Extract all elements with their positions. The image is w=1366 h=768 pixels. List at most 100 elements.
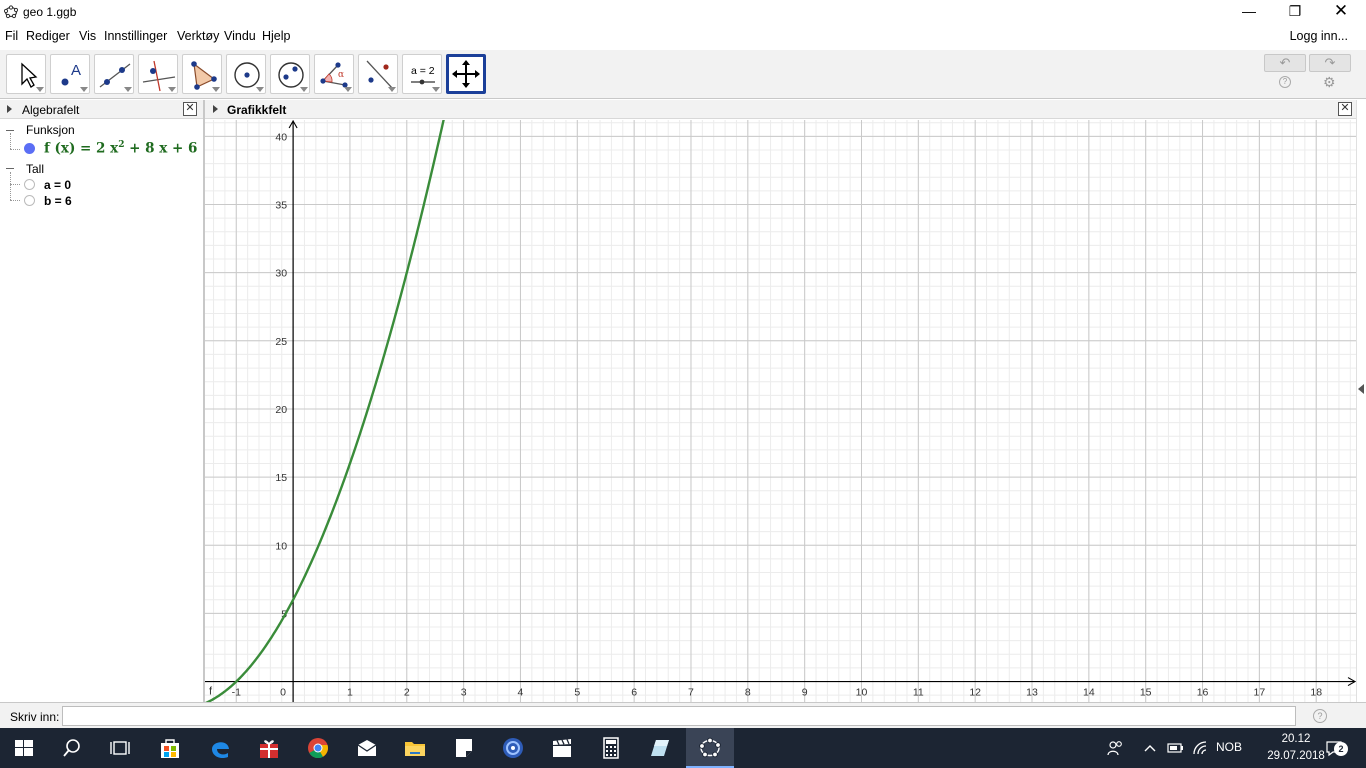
search-button[interactable]	[48, 728, 96, 768]
login-link[interactable]: Logg inn...	[1290, 29, 1348, 43]
undo-button[interactable]: ↶	[1264, 54, 1306, 72]
gift-icon	[260, 740, 278, 758]
maximize-button[interactable]: ❐	[1272, 0, 1318, 24]
geogebra-app-button[interactable]	[686, 728, 734, 768]
menu-bar: Fil Rediger Vis Innstillinger Verktøy Vi…	[0, 26, 1366, 48]
x-tick-label: 11	[913, 687, 924, 699]
x-tick-label: 10	[856, 687, 868, 699]
task-view-button[interactable]	[96, 728, 144, 768]
algebra-view-header: Algebrafelt ✕	[0, 100, 203, 119]
chevron-up-icon[interactable]	[1143, 742, 1157, 754]
input-language-indicator[interactable]: NOB	[1216, 740, 1242, 754]
windows-start-button[interactable]	[0, 728, 48, 768]
help-icon[interactable]: ?	[1279, 76, 1291, 88]
polygon-tool-button[interactable]	[182, 54, 222, 94]
collapse-minus-icon[interactable]	[6, 168, 14, 169]
edge-app-button[interactable]	[196, 728, 244, 768]
window-title: geo 1.ggb	[23, 5, 77, 19]
clock-time[interactable]: 20.12	[1266, 733, 1326, 745]
search-icon	[63, 739, 80, 757]
circle-tool-button[interactable]	[226, 54, 266, 94]
eraser-app-button[interactable]	[636, 728, 684, 768]
side-panel-arrow-icon[interactable]	[1358, 384, 1364, 394]
media-player-app-button[interactable]	[489, 728, 537, 768]
store-app-button[interactable]	[146, 728, 194, 768]
geogebra-app-icon	[4, 5, 18, 19]
menu-hjelp[interactable]: Hjelp	[262, 29, 291, 43]
x-tick-label: 14	[1083, 687, 1095, 699]
chrome-app-button[interactable]	[294, 728, 342, 768]
algebra-item-a[interactable]: a = 0	[44, 178, 71, 192]
chrome-icon	[308, 738, 328, 759]
visibility-toggle-f[interactable]	[24, 143, 35, 154]
algebra-item-b[interactable]: b = 6	[44, 194, 72, 208]
menu-vindu[interactable]: Vindu	[224, 29, 256, 43]
collapse-minus-icon[interactable]	[6, 130, 14, 131]
minimize-button[interactable]: —	[1226, 0, 1272, 24]
visibility-toggle-b[interactable]	[24, 195, 35, 206]
algebra-close-button[interactable]: ✕	[183, 102, 197, 116]
x-tick-label: -1	[232, 687, 241, 699]
input-field[interactable]	[62, 706, 1296, 726]
collapse-arrow-icon[interactable]	[213, 105, 218, 113]
input-help-icon[interactable]: ?	[1313, 709, 1327, 723]
notification-count-badge: 2	[1334, 742, 1348, 756]
move-tool-button[interactable]	[6, 54, 46, 94]
reflect-tool-button[interactable]	[358, 54, 398, 94]
visibility-toggle-a[interactable]	[24, 179, 35, 190]
slider-tool-button[interactable]: a = 2	[402, 54, 442, 94]
x-tick-label: 13	[1026, 687, 1038, 699]
algebra-view: Funksjon f (x) = 2 x2 + 8 x + 6 Tall a =…	[0, 120, 203, 702]
sticky-note-icon	[456, 739, 472, 757]
move-arrows-icon	[452, 60, 480, 88]
menu-verktoy[interactable]: Verktøy	[177, 29, 219, 43]
slider-tool-label: a = 2	[411, 65, 435, 77]
menu-fil[interactable]: Fil	[5, 29, 18, 43]
graphics-close-button[interactable]: ✕	[1338, 102, 1352, 116]
gift-app-button[interactable]	[245, 728, 293, 768]
right-side-panel-handle[interactable]	[1356, 100, 1366, 702]
x-tick-label: 17	[1254, 687, 1266, 699]
battery-icon[interactable]	[1167, 742, 1185, 754]
x-tick-label: 0	[280, 687, 286, 699]
people-icon[interactable]	[1106, 739, 1124, 757]
x-tick-label: 5	[574, 687, 580, 699]
angle-tool-button[interactable]: α	[314, 54, 354, 94]
edge-browser-icon	[212, 742, 229, 759]
clock-date[interactable]: 29.07.2018	[1266, 750, 1326, 762]
graphics-view[interactable]: -1 0 1 2 3 4 5 6 7 8 9 10 11 12 13 14 15 16 17 18 5 10 15 20 25 3…	[205, 120, 1356, 702]
input-bar: Skriv inn: ?	[0, 702, 1366, 728]
group-label-tall: Tall	[26, 162, 45, 176]
perpendicular-line-tool-button[interactable]	[138, 54, 178, 94]
graphics-canvas[interactable]: -1 0 1 2 3 4 5 6 7 8 9 10 11 12 13 14 15 16 17 185101520253…	[205, 120, 1356, 702]
ellipse-tool-button[interactable]	[270, 54, 310, 94]
y-tick-label: 30	[275, 268, 287, 280]
y-tick-label: 20	[275, 404, 287, 416]
file-explorer-app-button[interactable]	[391, 728, 439, 768]
calculator-icon	[603, 737, 619, 759]
close-window-button[interactable]: ✕	[1318, 0, 1364, 24]
mail-app-button[interactable]	[343, 728, 391, 768]
algebra-item-function-f[interactable]: f (x) = 2 x2 + 8 x + 6	[44, 140, 197, 157]
x-tick-label: 2	[404, 687, 410, 699]
settings-gear-icon[interactable]: ⚙	[1323, 74, 1336, 91]
line-tool-button[interactable]	[94, 54, 134, 94]
x-tick-label: 12	[969, 687, 981, 699]
sticky-notes-app-button[interactable]	[440, 728, 488, 768]
y-tick-label: 15	[275, 472, 287, 484]
toolbar: A α a = 2 ↶ ↷ ? ⚙	[0, 50, 1366, 99]
move-graphics-view-tool-button[interactable]	[446, 54, 486, 94]
menu-innstillinger[interactable]: Innstillinger	[104, 29, 167, 43]
redo-button[interactable]: ↷	[1309, 54, 1351, 72]
wifi-icon[interactable]	[1192, 740, 1208, 756]
collapse-arrow-icon[interactable]	[7, 105, 12, 113]
menu-vis[interactable]: Vis	[79, 29, 96, 43]
calculator-app-button[interactable]	[587, 728, 635, 768]
svg-text:A: A	[71, 62, 81, 79]
point-tool-button[interactable]: A	[50, 54, 90, 94]
menu-rediger[interactable]: Rediger	[26, 29, 70, 43]
task-view-icon	[110, 741, 130, 755]
windows-logo-icon	[15, 740, 33, 756]
x-tick-label: 3	[461, 687, 467, 699]
movies-app-button[interactable]	[538, 728, 586, 768]
